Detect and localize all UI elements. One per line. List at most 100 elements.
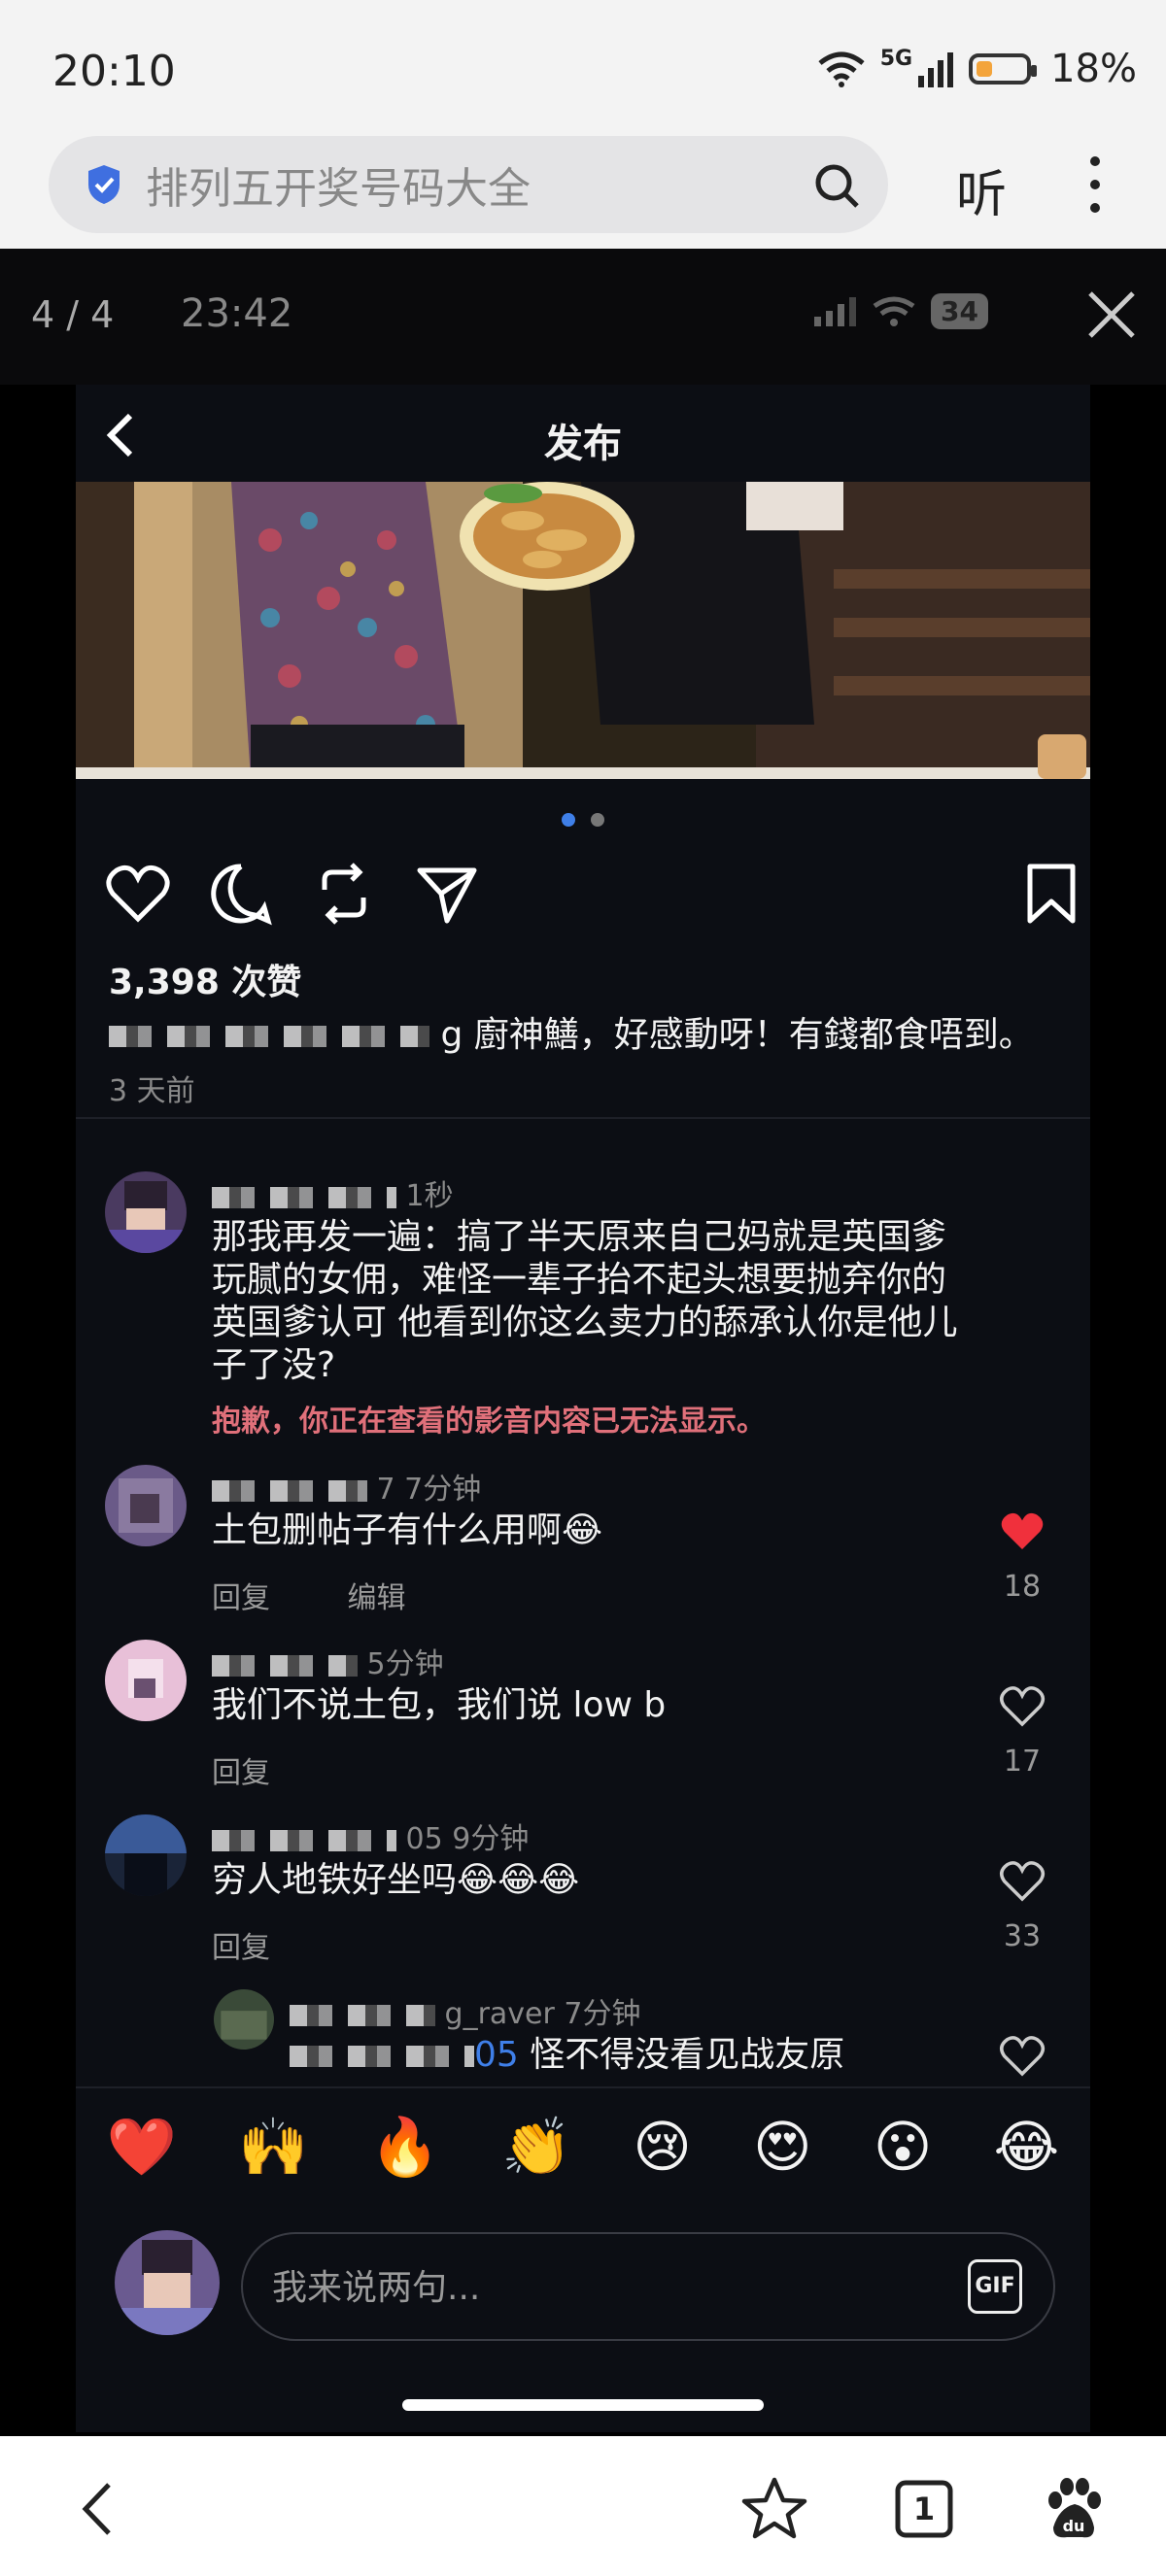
comment-like-count: 17 [1003, 1745, 1042, 1779]
post-photo[interactable] [76, 482, 1090, 779]
search-icon[interactable] [812, 161, 861, 210]
status-time: 20:10 [52, 47, 176, 96]
comment-input-row: GIF [76, 2211, 1090, 2347]
comment-text: 那我再发一遍：搞了半天原来自己妈就是英国爹玩腻的女佣，难怪一辈子抬不起头想要抛弃… [212, 1217, 958, 1385]
reply-button[interactable]: 回复 [212, 1756, 270, 1790]
back-icon[interactable] [64, 2475, 132, 2543]
baidu-paw-icon[interactable]: du [1040, 2475, 1108, 2543]
edit-button[interactable]: 编辑 [348, 1581, 406, 1615]
gif-button[interactable]: GIF [968, 2259, 1022, 2314]
viewer-header: 4 / 4 23:42 34 [0, 249, 1166, 385]
comment-meta: 05 9分钟 [212, 1814, 529, 1857]
comment-meta: g_raver 7分钟 [290, 1989, 640, 2032]
post-actions [105, 861, 1077, 938]
emoji-heart-eyes[interactable]: 😍 [753, 2114, 811, 2180]
emoji-clap[interactable]: 👏 [501, 2114, 571, 2181]
comment-text: 穷人地铁好坐吗😂😂😂 [212, 1860, 580, 1900]
redacted-username [290, 2004, 435, 2026]
emoji-laughing[interactable]: 😂 [994, 2114, 1060, 2180]
comment-like [995, 2034, 1049, 2081]
heart-icon[interactable] [999, 2034, 1046, 2077]
reply-button[interactable]: 回复 [212, 1931, 270, 1965]
search-bar[interactable]: 排列五开奖号码大全 [49, 136, 888, 233]
comment-meta: 5分钟 [212, 1640, 444, 1682]
status-icons: 5G 18% [816, 47, 1137, 91]
comment-meta: 7 7分钟 [212, 1465, 481, 1508]
avatar[interactable] [214, 1989, 274, 2050]
status-bar: 20:10 5G 18% [0, 0, 1166, 136]
emoji-surprised[interactable]: 😮 [874, 2114, 932, 2180]
divider [76, 1117, 1090, 1119]
heart-icon[interactable] [105, 861, 171, 927]
browser-toolbar: 排列五开奖号码大全 听 [0, 136, 1166, 249]
carousel-dot [590, 813, 604, 827]
redacted-username [212, 1186, 396, 1208]
avatar [115, 2230, 220, 2335]
battery-icon [969, 53, 1038, 85]
emoji-heart[interactable]: ❤️ [107, 2114, 177, 2181]
avatar[interactable] [105, 1640, 187, 1721]
heart-icon[interactable] [999, 1859, 1046, 1902]
mention[interactable]: 05 [474, 2035, 519, 2075]
avatar[interactable] [105, 1814, 187, 1896]
like-count[interactable]: 3,398 次赞 [109, 954, 301, 1004]
avatar[interactable] [105, 1465, 187, 1546]
comment-actions: 回复 [212, 1748, 270, 1791]
heart-filled-icon[interactable] [999, 1509, 1046, 1552]
tab-count: 1 [912, 2491, 936, 2527]
comment-text: 土包删帖子有什么用啊😂 [212, 1510, 603, 1550]
comment-actions: 回复 [212, 1923, 270, 1966]
carousel-dot-active [562, 813, 576, 827]
svg-text:du: du [1063, 2517, 1085, 2535]
comment-meta: 1秒 [212, 1171, 454, 1214]
caption-text: g 廚神鱔，好感動呀！有錢都食唔到。 [440, 1015, 1034, 1055]
comment-like-count: 18 [1003, 1570, 1042, 1604]
more-options-icon[interactable] [1080, 153, 1110, 216]
wifi-icon [818, 51, 865, 87]
comment-like-count: 33 [1003, 1919, 1042, 1953]
share-icon[interactable] [414, 861, 480, 927]
comment-icon[interactable] [208, 861, 274, 927]
instagram-post: 发布 3,398 次赞 g 廚神鱔，好感動呀！有錢都食唔到。 3 天前 1秒 那… [76, 385, 1090, 2432]
inner-battery: 34 [931, 293, 988, 329]
battery-percent: 18% [1050, 47, 1137, 91]
comment-like: 17 [995, 1684, 1049, 1779]
shield-icon [88, 165, 120, 204]
heart-icon[interactable] [999, 1684, 1046, 1727]
reply-button[interactable]: 回复 [212, 1581, 270, 1615]
close-icon[interactable] [1084, 288, 1139, 342]
comment-input[interactable]: GIF [241, 2232, 1055, 2341]
media-unavailable-notice: 抱歉，你正在查看的影音内容已无法显示。 [212, 1405, 766, 1439]
redacted-mention [290, 2046, 474, 2067]
emoji-crying[interactable]: 😢 [633, 2114, 691, 2180]
home-indicator [402, 2399, 764, 2411]
emoji-fire[interactable]: 🔥 [370, 2114, 440, 2181]
avatar[interactable] [105, 1171, 187, 1253]
image-counter: 4 / 4 [31, 293, 115, 336]
redacted-username [212, 1654, 358, 1677]
inner-signal-icon [814, 296, 856, 326]
network-label: 5G [879, 47, 913, 71]
post-title: 发布 [544, 422, 622, 466]
post-timestamp: 3 天前 [109, 1074, 195, 1108]
comment-actions: 回复 编辑 [212, 1574, 406, 1616]
repost-icon[interactable] [311, 861, 377, 927]
inner-wifi-icon [873, 296, 915, 326]
tabs-button[interactable]: 1 [890, 2475, 958, 2543]
listen-button[interactable]: 听 [956, 153, 1007, 226]
comment-like: 33 [995, 1859, 1049, 1953]
comment-text: 我们不说土包，我们说 low b [212, 1685, 667, 1725]
emoji-quick-bar: ❤️ 🙌 🔥 👏 😢 😍 😮 😂 [76, 2086, 1090, 2205]
carousel-dots [76, 812, 1090, 830]
inner-status-time: 23:42 [181, 291, 293, 336]
comment-like: 18 [995, 1509, 1049, 1604]
post-header: 发布 [76, 385, 1090, 482]
post-caption: g 廚神鱔，好感動呀！有錢都食唔到。 [109, 1006, 1034, 1057]
comment-field[interactable] [270, 2261, 857, 2314]
bookmark-icon[interactable] [1018, 861, 1084, 927]
signal-icon [918, 52, 954, 87]
comment-text: 05 怪不得没看见战友原 [290, 2034, 844, 2077]
star-icon[interactable] [740, 2475, 808, 2543]
redacted-username [109, 1026, 429, 1047]
emoji-raised-hands[interactable]: 🙌 [238, 2114, 308, 2181]
